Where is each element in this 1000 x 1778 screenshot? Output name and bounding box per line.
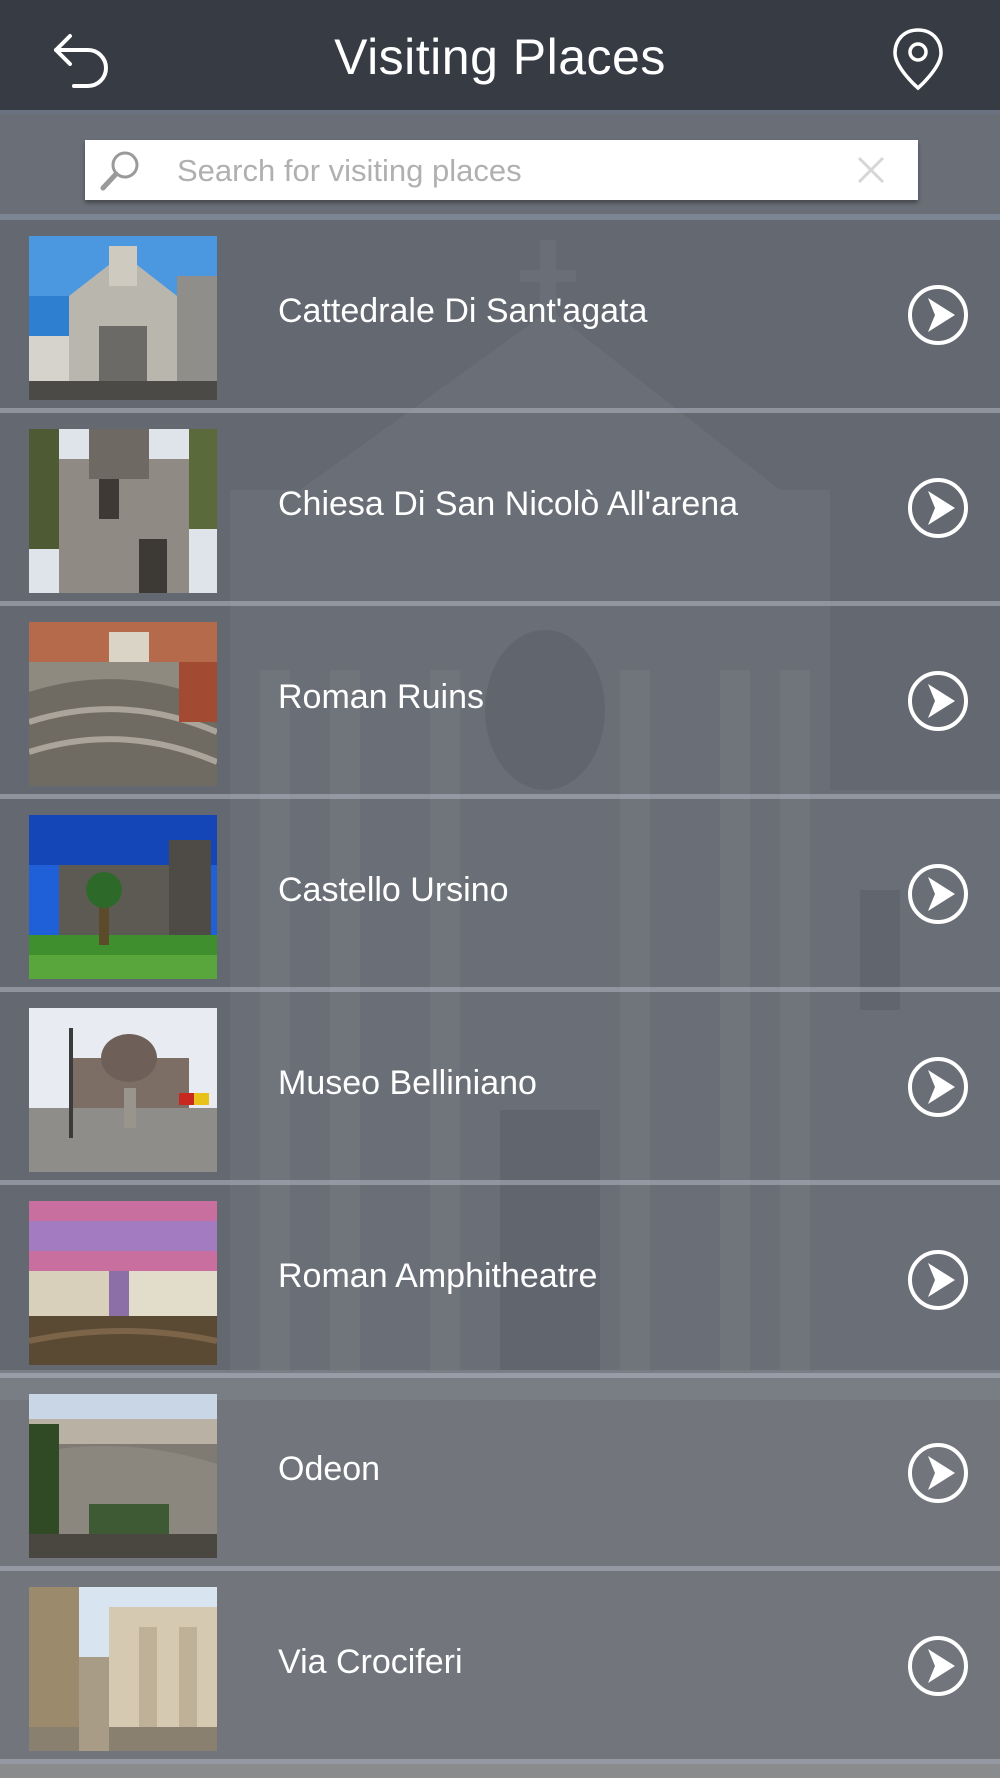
search-icon [100,151,139,191]
page-title: Visiting Places [334,29,666,85]
chevron-right-icon[interactable] [906,476,970,540]
place-thumbnail [29,1587,217,1751]
search-bar [0,114,1000,220]
place-name: Chiesa Di San Nicolò All'arena [278,485,739,523]
chevron-right-icon[interactable] [906,283,970,347]
list-item[interactable]: Odeon [0,1378,1000,1571]
chevron-right-icon[interactable] [906,669,970,733]
place-thumbnail [29,1008,217,1172]
place-thumbnail [29,1394,217,1558]
list-item[interactable]: Chiesa Di San Nicolò All'arena [0,413,1000,606]
place-name: Museo Belliniano [278,1064,537,1102]
place-thumbnail [29,236,217,400]
search-input[interactable] [175,148,819,194]
chevron-right-icon[interactable] [906,1441,970,1505]
list-item[interactable]: Roman Amphitheatre [0,1185,1000,1378]
chevron-right-icon[interactable] [906,1248,970,1312]
place-thumbnail [29,429,217,593]
place-name: Odeon [278,1450,381,1488]
clear-icon[interactable] [855,154,887,186]
place-thumbnail [29,622,217,786]
list-item[interactable]: Castello Ursino [0,799,1000,992]
chevron-right-icon[interactable] [906,1634,970,1698]
place-name: Cattedrale Di Sant'agata [278,292,648,330]
list-item[interactable]: Museo Belliniano [0,992,1000,1185]
chevron-right-icon[interactable] [906,862,970,926]
chevron-right-icon[interactable] [906,1055,970,1119]
place-name: Castello Ursino [278,871,509,909]
list-item[interactable]: Roman Ruins [0,606,1000,799]
list-item[interactable]: Via Crociferi [0,1571,1000,1764]
places-list: Cattedrale Di Sant'agata Chiesa Di San N… [0,220,1000,1764]
app-header: Visiting Places [0,0,1000,114]
place-name: Roman Amphitheatre [278,1257,598,1295]
place-thumbnail [29,1201,217,1365]
search-box [85,140,918,200]
list-item[interactable]: Cattedrale Di Sant'agata [0,220,1000,413]
place-thumbnail [29,815,217,979]
map-pin-icon[interactable] [888,26,948,92]
place-name: Roman Ruins [278,678,484,716]
place-name: Via Crociferi [278,1643,463,1681]
